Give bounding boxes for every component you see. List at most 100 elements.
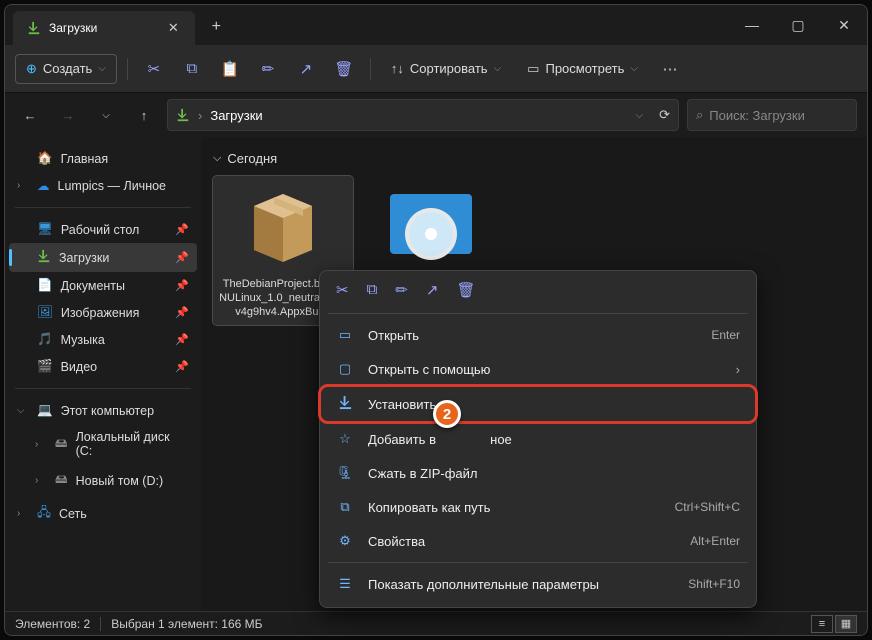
view-toggle: ≡ ▦: [811, 615, 857, 633]
search-icon: ⌕: [696, 107, 703, 123]
new-tab-button[interactable]: +: [201, 18, 231, 36]
sidebar-item-network[interactable]: › 🖧 Сеть: [9, 497, 197, 530]
context-item-open[interactable]: ▭ Открыть Enter: [320, 318, 756, 352]
delete-icon[interactable]: 🗑: [328, 60, 360, 78]
paste-icon[interactable]: 📋: [214, 60, 246, 78]
share-icon[interactable]: ↗: [290, 60, 322, 78]
sidebar-item-music[interactable]: 🎵 Музыка 📌: [9, 326, 197, 353]
separator: [15, 388, 191, 389]
context-item-zip[interactable]: 🗜 Сжать в ZIP-файл: [320, 456, 756, 490]
pin-icon: 📌: [175, 251, 189, 264]
properties-icon: ⚙: [336, 533, 354, 549]
sidebar: 🏠 Главная › ☁ Lumpics — Личное 🖥 Рабочий…: [5, 137, 201, 611]
share-icon[interactable]: ↗: [426, 281, 439, 299]
separator: [328, 313, 748, 314]
tab-downloads[interactable]: Загрузки ✕: [13, 11, 195, 45]
close-button[interactable]: ✕: [821, 5, 867, 45]
pc-icon: 💻: [37, 403, 53, 418]
chevron-right-icon: ›: [736, 362, 740, 377]
view-button[interactable]: ▭ Просмотреть ⌵: [517, 55, 648, 83]
pin-icon: 📌: [175, 223, 189, 236]
create-button[interactable]: ⊕ Создать ⌵: [15, 54, 117, 84]
desktop-icon: 🖥: [37, 222, 53, 237]
tab-title: Загрузки: [49, 21, 97, 35]
sidebar-item-downloads[interactable]: Загрузки 📌: [9, 243, 197, 272]
separator: [370, 58, 371, 80]
selection-info: Выбран 1 элемент: 166 МБ: [111, 617, 262, 631]
pin-icon: 📌: [175, 360, 189, 373]
sidebar-item-onedrive[interactable]: › ☁ Lumpics — Личное: [9, 172, 197, 199]
documents-icon: 📄: [37, 278, 53, 293]
chevron-down-icon: ⌵: [17, 405, 29, 416]
sidebar-item-pictures[interactable]: 🖼 Изображения 📌: [9, 299, 197, 326]
more-icon[interactable]: ⋯: [654, 60, 686, 78]
sidebar-item-drive-d[interactable]: › 🖴 Новый том (D:): [9, 464, 197, 497]
copy-icon[interactable]: ⧉: [176, 60, 208, 77]
rename-icon[interactable]: ✏: [252, 60, 284, 78]
sidebar-item-videos[interactable]: 🎬 Видео 📌: [9, 353, 197, 380]
breadcrumb[interactable]: Загрузки: [210, 108, 262, 123]
music-icon: 🎵: [37, 332, 53, 347]
context-item-properties[interactable]: ⚙ Свойства Alt+Enter: [320, 524, 756, 558]
view-label: Просмотреть: [545, 61, 624, 76]
separator: [15, 207, 191, 208]
address-bar[interactable]: › Загрузки ⌵ ⟳: [167, 99, 679, 131]
context-quick-actions: ✂ ⧉ ✏ ↗ 🗑: [320, 271, 756, 309]
context-item-install[interactable]: Установить: [320, 386, 756, 422]
up-button[interactable]: ↑: [129, 100, 159, 130]
context-item-more[interactable]: ☰ Показать дополнительные параметры Shif…: [320, 567, 756, 601]
chevron-right-icon: ›: [35, 439, 47, 450]
drive-icon: 🖴: [55, 470, 68, 491]
file-item-iso[interactable]: [361, 176, 501, 278]
download-icon: [27, 21, 41, 35]
create-label: Создать: [43, 61, 92, 76]
package-icon: [240, 182, 326, 272]
sidebar-item-thispc[interactable]: ⌵ 💻 Этот компьютер: [9, 397, 197, 424]
toolbar: ⊕ Создать ⌵ ✂ ⧉ 📋 ✏ ↗ 🗑 ↑↓ Сортировать ⌵…: [5, 45, 867, 93]
context-item-copy-path[interactable]: ⧉ Копировать как путь Ctrl+Shift+C: [320, 490, 756, 524]
pin-icon: 📌: [175, 279, 189, 292]
annotation-callout: 2: [433, 400, 461, 428]
sidebar-item-documents[interactable]: 📄 Документы 📌: [9, 272, 197, 299]
sidebar-item-desktop[interactable]: 🖥 Рабочий стол 📌: [9, 216, 197, 243]
recent-button[interactable]: ⌵: [91, 100, 121, 130]
chevron-right-icon: ›: [17, 508, 29, 519]
pin-icon: 📌: [175, 333, 189, 346]
chevron-right-icon: ›: [35, 475, 47, 486]
disc-icon: [388, 182, 474, 272]
network-icon: 🖧: [37, 503, 51, 524]
cloud-icon: ☁: [37, 178, 50, 193]
context-item-favorites[interactable]: ☆ Добавить в ное: [320, 422, 756, 456]
titlebar: Загрузки ✕ + — ▢ ✕: [5, 5, 867, 45]
context-menu: ✂ ⧉ ✏ ↗ 🗑 ▭ Открыть Enter ▢ Открыть с по…: [319, 270, 757, 608]
back-button[interactable]: ←: [15, 100, 45, 130]
tab-close-button[interactable]: ✕: [165, 20, 181, 36]
minimize-button[interactable]: —: [729, 5, 775, 45]
window-controls: — ▢ ✕: [729, 5, 867, 45]
details-view-button[interactable]: ≡: [811, 615, 833, 633]
drive-icon: 🖴: [55, 434, 68, 455]
rename-icon[interactable]: ✏: [395, 281, 408, 299]
forward-button[interactable]: →: [53, 100, 83, 130]
sidebar-item-drive-c[interactable]: › 🖴 Локальный диск (C:: [9, 424, 197, 464]
sort-label: Сортировать: [410, 61, 488, 76]
open-with-icon: ▢: [336, 361, 354, 377]
maximize-button[interactable]: ▢: [775, 5, 821, 45]
sidebar-item-home[interactable]: 🏠 Главная: [9, 145, 197, 172]
chevron-down-icon: ⌵: [213, 152, 221, 165]
search-box[interactable]: ⌕ Поиск: Загрузки: [687, 99, 857, 131]
icons-view-button[interactable]: ▦: [835, 615, 857, 633]
sort-button[interactable]: ↑↓ Сортировать ⌵: [381, 55, 511, 82]
context-item-open-with[interactable]: ▢ Открыть с помощью ›: [320, 352, 756, 386]
zip-icon: 🗜: [336, 465, 354, 481]
cut-icon[interactable]: ✂: [336, 281, 349, 299]
chevron-right-icon: ›: [17, 180, 29, 191]
delete-icon[interactable]: 🗑: [456, 281, 475, 299]
address-row: ← → ⌵ ↑ › Загрузки ⌵ ⟳ ⌕ Поиск: Загрузки: [5, 93, 867, 137]
cut-icon[interactable]: ✂: [138, 60, 170, 78]
download-icon: [176, 108, 190, 122]
group-header[interactable]: ⌵ Сегодня: [213, 145, 855, 176]
install-icon: [336, 395, 354, 413]
refresh-icon[interactable]: ⟳: [659, 107, 670, 123]
copy-icon[interactable]: ⧉: [367, 281, 378, 299]
